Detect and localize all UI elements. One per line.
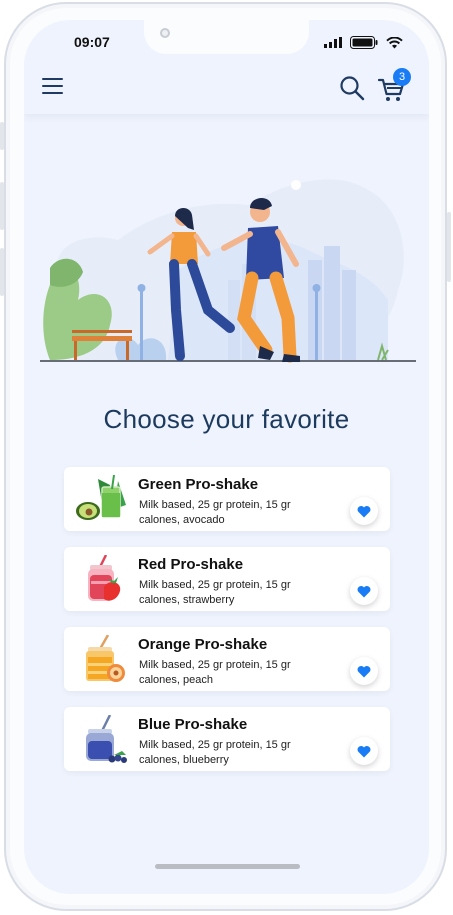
favorite-button[interactable] (350, 657, 378, 685)
product-card-red[interactable]: Red Pro-shake Milk based, 25 gr protein,… (64, 547, 390, 611)
search-icon[interactable] (339, 75, 365, 101)
notch (144, 20, 309, 54)
jogging-couple-illustration (40, 179, 416, 363)
product-name: Green Pro-shake (138, 476, 259, 493)
green-shake-icon (76, 475, 126, 520)
mute-switch (0, 122, 4, 150)
page-title: Choose your favorite (103, 404, 350, 434)
cart-count-badge: 3 (393, 68, 411, 86)
app-screen: 09:07 3 Choose your favorite Green Pro-s… (24, 20, 429, 894)
wifi-icon (386, 36, 403, 48)
product-card-blue[interactable]: Blue Pro-shake Milk based, 25 gr protein… (64, 707, 390, 771)
volume-down-button (0, 248, 4, 296)
app-header: 3 (24, 60, 429, 114)
home-indicator[interactable] (155, 864, 300, 869)
product-list: Green Pro-shake Milk based, 25 gr protei… (64, 467, 390, 787)
product-name: Red Pro-shake (138, 556, 244, 573)
product-name: Orange Pro-shake (138, 636, 268, 653)
heart-icon (357, 585, 371, 597)
product-description: Milk based, 25 gr protein, 15 gr calones… (139, 499, 291, 526)
camera-icon (160, 28, 170, 38)
red-shake-icon (88, 555, 121, 601)
blue-shake-icon (86, 715, 127, 763)
favorite-button[interactable] (350, 737, 378, 765)
product-card-green[interactable]: Green Pro-shake Milk based, 25 gr protei… (64, 467, 390, 531)
favorite-button[interactable] (350, 497, 378, 525)
product-description: Milk based, 25 gr protein, 15 gr calones… (139, 739, 291, 766)
power-button (447, 212, 451, 282)
menu-icon[interactable] (42, 78, 64, 96)
product-description: Milk based, 25 gr protein, 15 gr calones… (139, 579, 291, 606)
orange-shake-icon (86, 635, 125, 682)
product-name: Blue Pro-shake (138, 716, 248, 733)
heart-icon (357, 665, 371, 677)
volume-up-button (0, 182, 4, 230)
heart-icon (357, 505, 371, 517)
cart-button[interactable]: 3 (377, 68, 411, 104)
status-time: 09:07 (74, 34, 110, 50)
product-card-orange[interactable]: Orange Pro-shake Milk based, 25 gr prote… (64, 627, 390, 691)
status-icons (324, 36, 403, 49)
product-description: Milk based, 25 gr protein, 15 gr calones… (139, 659, 291, 686)
heart-icon (357, 745, 371, 757)
favorite-button[interactable] (350, 577, 378, 605)
battery-icon (350, 36, 378, 49)
signal-icon (324, 37, 342, 48)
